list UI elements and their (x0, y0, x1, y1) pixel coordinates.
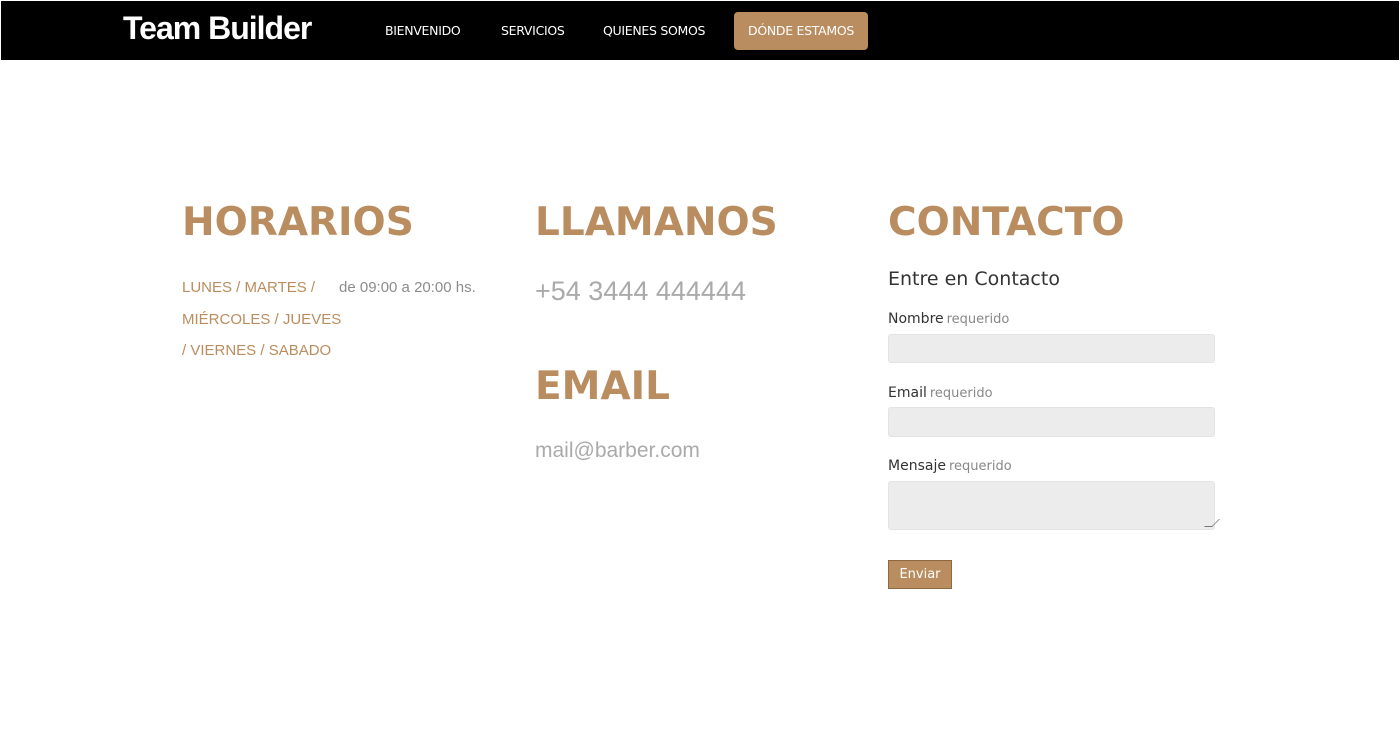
email-address: mail@barber.com (535, 439, 700, 462)
name-field-label: Nombre requerido (888, 310, 1009, 329)
email-label-text: Email (888, 385, 927, 401)
phone-number: +54 3444 444444 (535, 276, 746, 306)
nav-item-servicios[interactable]: SERVICIOS (501, 12, 565, 50)
horarios-heading: HORARIOS (182, 200, 414, 245)
message-field-label: Mensaje requerido (888, 457, 1012, 476)
days-line-2: MIÉRCOLES / JUEVES (182, 310, 342, 328)
email-required-hint: requerido (929, 386, 993, 401)
llamanos-heading: LLAMANOS (535, 200, 778, 245)
opening-days: LUNES / MARTES / MIÉRCOLES / JUEVES / VI… (182, 272, 342, 367)
nav-item-quienes-somos[interactable]: QUIENES SOMOS (603, 12, 705, 50)
send-button[interactable]: Enviar (888, 560, 952, 589)
brand-logo[interactable]: Team Builder (123, 9, 312, 47)
email-input[interactable] (889, 408, 1214, 436)
message-textarea[interactable] (889, 482, 1214, 529)
contact-form-title: Entre en Contacto (888, 268, 1060, 290)
email-field-label: Email requerido (888, 384, 993, 403)
nav-item-bienvenido[interactable]: BIENVENIDO (385, 12, 461, 50)
message-required-hint: requerido (948, 459, 1012, 474)
nav-item-donde-estamos[interactable]: DÓNDE ESTAMOS (734, 12, 869, 50)
email-field-wrapper (888, 407, 1215, 437)
name-field-wrapper (888, 334, 1215, 363)
days-line-1: LUNES / MARTES / (182, 279, 316, 296)
contacto-heading: CONTACTO (888, 200, 1125, 245)
email-heading: EMAIL (535, 364, 670, 409)
top-navbar: Team Builder BIENVENIDO SERVICIOS QUIENE… (1, 1, 1399, 60)
name-label-text: Nombre (888, 311, 944, 327)
message-field-wrapper (888, 481, 1220, 530)
name-input[interactable] (889, 335, 1214, 362)
opening-hours: de 09:00 a 20:00 hs. (339, 279, 476, 296)
message-label-text: Mensaje (888, 458, 946, 474)
days-line-3: / VIERNES / SABADO (182, 342, 332, 359)
name-required-hint: requerido (946, 312, 1010, 327)
